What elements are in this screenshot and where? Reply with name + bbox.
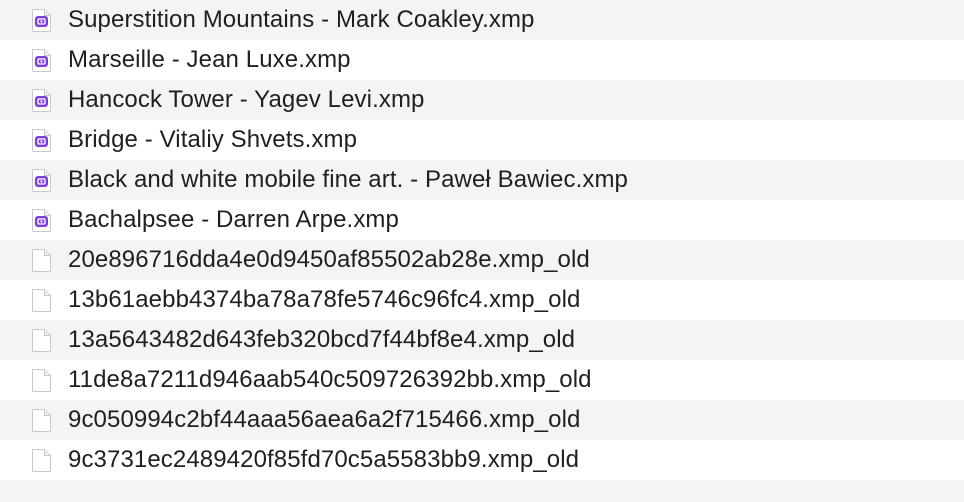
xmp-file-icon [32, 89, 51, 112]
file-name: Superstition Mountains - Mark Coakley.xm… [68, 6, 535, 33]
file-name: 11de8a7211d946aab540c509726392bb.xmp_old [68, 366, 592, 393]
xmp-file-icon [32, 209, 51, 232]
blank-document-icon [32, 369, 51, 392]
blank-document-icon [32, 249, 51, 272]
xmp-file-icon [32, 9, 51, 32]
file-name: Hancock Tower - Yagev Levi.xmp [68, 86, 425, 113]
file-name: Marseille - Jean Luxe.xmp [68, 46, 351, 73]
file-name: 13a5643482d643feb320bcd7f44bf8e4.xmp_old [68, 326, 576, 353]
file-name: Bridge - Vitaliy Shvets.xmp [68, 126, 358, 153]
blank-document-icon [32, 449, 51, 472]
file-row[interactable]: Bachalpsee - Darren Arpe.xmp [0, 200, 964, 240]
xmp-file-icon [32, 169, 51, 192]
file-row[interactable]: Bridge - Vitaliy Shvets.xmp [0, 120, 964, 160]
xmp-file-icon [32, 129, 51, 152]
file-row[interactable]: Hancock Tower - Yagev Levi.xmp [0, 80, 964, 120]
blank-document-icon [32, 409, 51, 432]
file-row[interactable]: Black and white mobile fine art. - Paweł… [0, 160, 964, 200]
file-name: 13b61aebb4374ba78a78fe5746c96fc4.xmp_old [68, 286, 581, 313]
xmp-file-icon [32, 49, 51, 72]
file-row[interactable]: 11de8a7211d946aab540c509726392bb.xmp_old [0, 360, 964, 400]
file-row[interactable]: Superstition Mountains - Mark Coakley.xm… [0, 0, 964, 40]
file-row[interactable]: 20e896716dda4e0d9450af85502ab28e.xmp_old [0, 240, 964, 280]
file-name: 9c050994c2bf44aaa56aea6a2f715466.xmp_old [68, 406, 581, 433]
file-row[interactable]: 13a5643482d643feb320bcd7f44bf8e4.xmp_old [0, 320, 964, 360]
empty-row [0, 480, 964, 502]
file-row[interactable]: 13b61aebb4374ba78a78fe5746c96fc4.xmp_old [0, 280, 964, 320]
file-name: 9c3731ec2489420f85fd70c5a5583bb9.xmp_old [68, 446, 580, 473]
file-name: Bachalpsee - Darren Arpe.xmp [68, 206, 399, 233]
file-name: 20e896716dda4e0d9450af85502ab28e.xmp_old [68, 246, 590, 273]
file-row[interactable]: Marseille - Jean Luxe.xmp [0, 40, 964, 80]
blank-document-icon [32, 329, 51, 352]
blank-document-icon [32, 289, 51, 312]
file-row[interactable]: 9c050994c2bf44aaa56aea6a2f715466.xmp_old [0, 400, 964, 440]
file-name: Black and white mobile fine art. - Paweł… [68, 166, 629, 193]
file-list: Superstition Mountains - Mark Coakley.xm… [0, 0, 964, 502]
file-row[interactable]: 9c3731ec2489420f85fd70c5a5583bb9.xmp_old [0, 440, 964, 480]
